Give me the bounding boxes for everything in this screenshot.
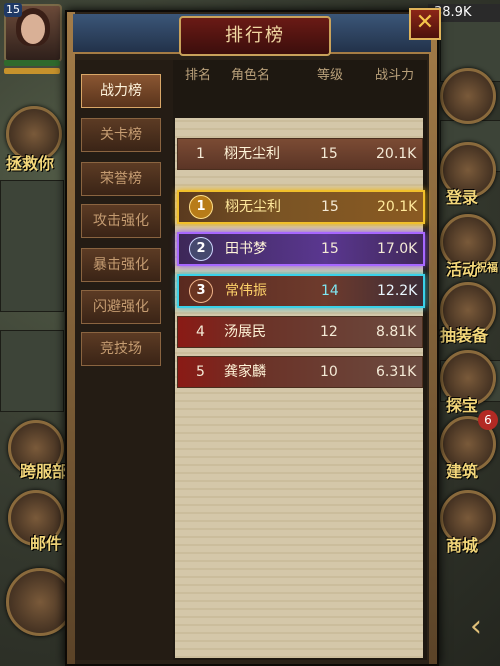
table-row[interactable]: 4 汤展民 12 8.81K bbox=[177, 316, 423, 348]
player-rank: 5 bbox=[196, 364, 205, 380]
table-row[interactable]: 1 栩无尘利 15 20.1K bbox=[177, 190, 425, 224]
panel-frame-right bbox=[429, 12, 437, 664]
rescue-label: 拯救你 bbox=[6, 154, 55, 173]
tab-list: 战力榜 关卡榜 荣誉榜 攻击强化 暴击强化 闪避强化 竞技场 bbox=[75, 60, 173, 660]
player-level: 10 bbox=[320, 364, 338, 380]
player-level: 15 bbox=[321, 199, 339, 215]
player-power: 6.31K bbox=[376, 364, 417, 380]
player-name: 汤展民 bbox=[224, 324, 266, 340]
player-power: 8.81K bbox=[376, 324, 417, 340]
self-rank-row[interactable]: 1 栩无尘利 15 20.1K bbox=[177, 138, 423, 170]
tab-arena[interactable]: 竞技场 bbox=[81, 332, 161, 366]
direction-button[interactable] bbox=[440, 68, 496, 124]
mail-label: 邮件 bbox=[30, 534, 63, 553]
column-rank: 排名 bbox=[185, 68, 212, 83]
chevron-left-icon[interactable]: ‹ bbox=[470, 610, 490, 644]
table-row[interactable]: 5 龚家麟 10 6.31K bbox=[177, 356, 423, 388]
treasure-label: 探宝 bbox=[446, 396, 479, 415]
player-level: 12 bbox=[320, 324, 338, 340]
column-name: 角色名 bbox=[231, 68, 271, 83]
close-icon[interactable]: ✕ bbox=[409, 8, 441, 40]
table-row[interactable]: 3 常伟振 14 12.2K bbox=[177, 274, 425, 308]
column-power: 战斗力 bbox=[375, 68, 415, 83]
hp-bar bbox=[4, 60, 60, 66]
activity-sub-label: 祝福 bbox=[476, 261, 498, 274]
tab-honor[interactable]: 荣誉榜 bbox=[81, 162, 161, 196]
player-name: 常伟振 bbox=[225, 283, 267, 299]
player-level: 15 bbox=[4, 3, 22, 17]
self-level: 15 bbox=[320, 146, 338, 162]
self-power: 20.1K bbox=[376, 146, 417, 162]
exp-bar bbox=[4, 68, 60, 74]
player-name: 栩无尘利 bbox=[225, 199, 281, 215]
self-rank: 1 bbox=[196, 146, 205, 162]
rank-medal-icon: 3 bbox=[189, 279, 213, 303]
tab-attack[interactable]: 攻击强化 bbox=[81, 204, 161, 238]
panel-frame-left bbox=[67, 12, 75, 664]
activity-label: 活动 bbox=[446, 260, 479, 279]
tab-power[interactable]: 战力榜 bbox=[81, 74, 161, 108]
avatar-face bbox=[21, 14, 45, 44]
build-label: 建筑 bbox=[446, 462, 479, 481]
tab-crit[interactable]: 暴击强化 bbox=[81, 248, 161, 282]
self-name: 栩无尘利 bbox=[224, 146, 280, 162]
player-power: 20.1K bbox=[377, 199, 418, 215]
player-level: 15 bbox=[321, 241, 339, 257]
ranking-panel: 排行榜 ✕ 战力榜 关卡榜 荣誉榜 攻击强化 暴击强化 闪避强化 竞技场 排名 … bbox=[65, 8, 441, 666]
player-power: 17.0K bbox=[377, 241, 418, 257]
login-label: 登录 bbox=[446, 188, 479, 207]
map-portrait-button[interactable] bbox=[6, 568, 74, 636]
table-row[interactable]: 2 田书梦 15 17.0K bbox=[177, 232, 425, 266]
ranking-list: 排名 角色名 等级 战斗力 1 栩无尘利 15 20.1K 1 栩无尘利 15 … bbox=[173, 60, 427, 660]
shop-label: 商城 bbox=[446, 536, 479, 555]
column-level: 等级 bbox=[317, 68, 344, 83]
draw-label: 抽装备 bbox=[440, 326, 489, 345]
player-level: 14 bbox=[321, 283, 339, 299]
tab-stage[interactable]: 关卡榜 bbox=[81, 118, 161, 152]
player-name: 田书梦 bbox=[225, 241, 267, 257]
player-name: 龚家麟 bbox=[224, 364, 266, 380]
rank-medal-icon: 1 bbox=[189, 195, 213, 219]
player-power: 12.2K bbox=[377, 283, 418, 299]
panel-title: 排行榜 bbox=[179, 16, 331, 56]
build-badge: 6 bbox=[478, 410, 498, 430]
cross-server-label: 跨服部 bbox=[20, 462, 69, 481]
rank-medal-icon: 2 bbox=[189, 237, 213, 261]
player-rank: 4 bbox=[196, 324, 205, 340]
tab-dodge[interactable]: 闪避强化 bbox=[81, 290, 161, 324]
